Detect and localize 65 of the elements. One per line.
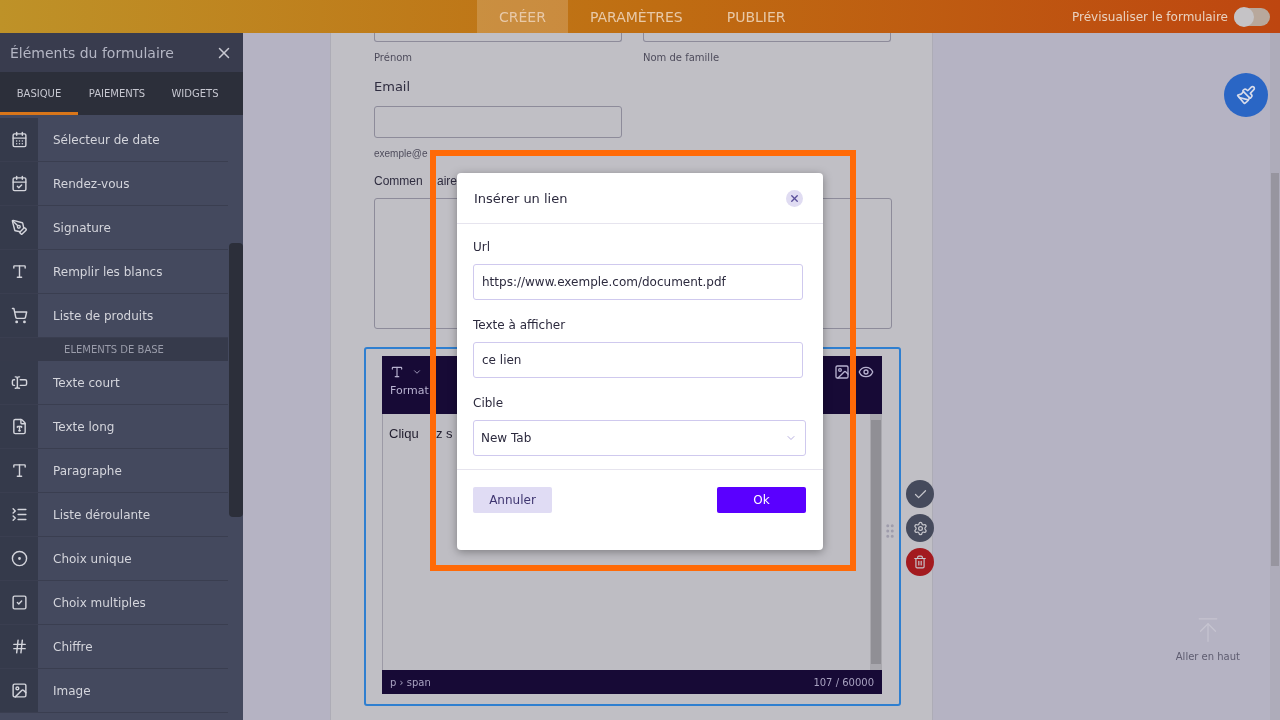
field-label: Url bbox=[473, 240, 492, 254]
number-icon bbox=[10, 638, 28, 655]
text-field[interactable]: ce lien bbox=[473, 342, 803, 378]
paint-button[interactable] bbox=[1224, 73, 1268, 117]
scroll-top-button[interactable]: Aller en haut bbox=[1175, 615, 1240, 662]
calendar-icon bbox=[10, 131, 28, 148]
element-item[interactable]: Liste déroulante bbox=[0, 493, 228, 537]
font-icon bbox=[10, 462, 28, 479]
element-item[interactable]: Chiffre bbox=[0, 625, 228, 669]
element-item[interactable]: Texte long bbox=[0, 405, 228, 449]
sidebar-tab[interactable]: BASIQUE bbox=[0, 72, 78, 115]
formats-menu[interactable]: Format bbox=[390, 384, 429, 397]
close-button[interactable] bbox=[786, 189, 803, 207]
field-label: Email bbox=[374, 79, 412, 94]
ok-button[interactable]: Ok bbox=[717, 487, 806, 513]
field-label: aire bbox=[437, 174, 457, 188]
paint-roller-icon bbox=[1236, 85, 1256, 105]
field-label: Cible bbox=[473, 396, 505, 410]
target-select[interactable]: New Tab bbox=[473, 420, 806, 456]
element-item[interactable]: Paragraphe bbox=[0, 449, 228, 493]
cart-icon bbox=[10, 307, 28, 324]
close-icon bbox=[789, 192, 800, 204]
radio-icon bbox=[10, 550, 28, 567]
element-item[interactable]: Choix unique bbox=[0, 537, 228, 581]
input-field[interactable] bbox=[374, 106, 622, 138]
element-item[interactable]: Signature bbox=[0, 206, 228, 250]
field-sublabel: Prénom bbox=[374, 52, 414, 63]
list-icon bbox=[10, 506, 28, 523]
calendar-check-icon bbox=[10, 175, 28, 192]
character-count: 107 / 60000 bbox=[813, 676, 874, 688]
input-field[interactable] bbox=[374, 33, 622, 42]
text-input-icon bbox=[10, 374, 28, 391]
field-label: Texte à afficher bbox=[473, 318, 567, 332]
trash-icon bbox=[913, 555, 927, 569]
element-item[interactable]: Texte court bbox=[0, 361, 228, 405]
pen-icon bbox=[10, 219, 28, 236]
gear-icon bbox=[912, 520, 928, 536]
editor-text: z s bbox=[436, 426, 453, 441]
editor-text: Cliqu bbox=[389, 426, 420, 441]
field-hint: exemple@e bbox=[374, 148, 429, 159]
section-header: ELEMENTS DE BASE bbox=[0, 338, 228, 361]
text-style-icon[interactable] bbox=[390, 365, 404, 379]
sidebar-title: Éléments du formulaire bbox=[10, 44, 174, 61]
field-sublabel: Nom de famille bbox=[643, 52, 721, 63]
cancel-button[interactable]: Annuler bbox=[473, 487, 552, 513]
sidebar-tab[interactable]: PAIEMENTS bbox=[78, 72, 156, 115]
element-item[interactable]: Image bbox=[0, 669, 228, 713]
image-icon bbox=[10, 682, 28, 699]
element-item[interactable]: Rendez-vous bbox=[0, 162, 228, 206]
caret-icon[interactable] bbox=[412, 367, 422, 377]
element-item[interactable]: Remplir les blancs bbox=[0, 250, 228, 294]
checkbox-icon bbox=[10, 594, 28, 611]
eye-icon[interactable] bbox=[858, 364, 874, 380]
element-item[interactable]: Sélecteur de date bbox=[0, 118, 228, 162]
text-area-icon bbox=[10, 418, 28, 435]
image-icon[interactable] bbox=[834, 364, 850, 380]
sidebar-tab[interactable]: WIDGETS bbox=[156, 72, 234, 115]
input-field[interactable] bbox=[643, 33, 891, 42]
field-label: Commen bbox=[374, 174, 424, 188]
preview-label: Prévisualiser le formulaire bbox=[1072, 9, 1228, 24]
preview-toggle[interactable] bbox=[1234, 7, 1270, 26]
element-path: p › span bbox=[390, 676, 431, 688]
dialog-title: Insérer un lien bbox=[474, 190, 568, 206]
element-item[interactable]: Choix multiples bbox=[0, 581, 228, 625]
url-field[interactable]: https://www.exemple.com/document.pdf bbox=[473, 264, 803, 300]
